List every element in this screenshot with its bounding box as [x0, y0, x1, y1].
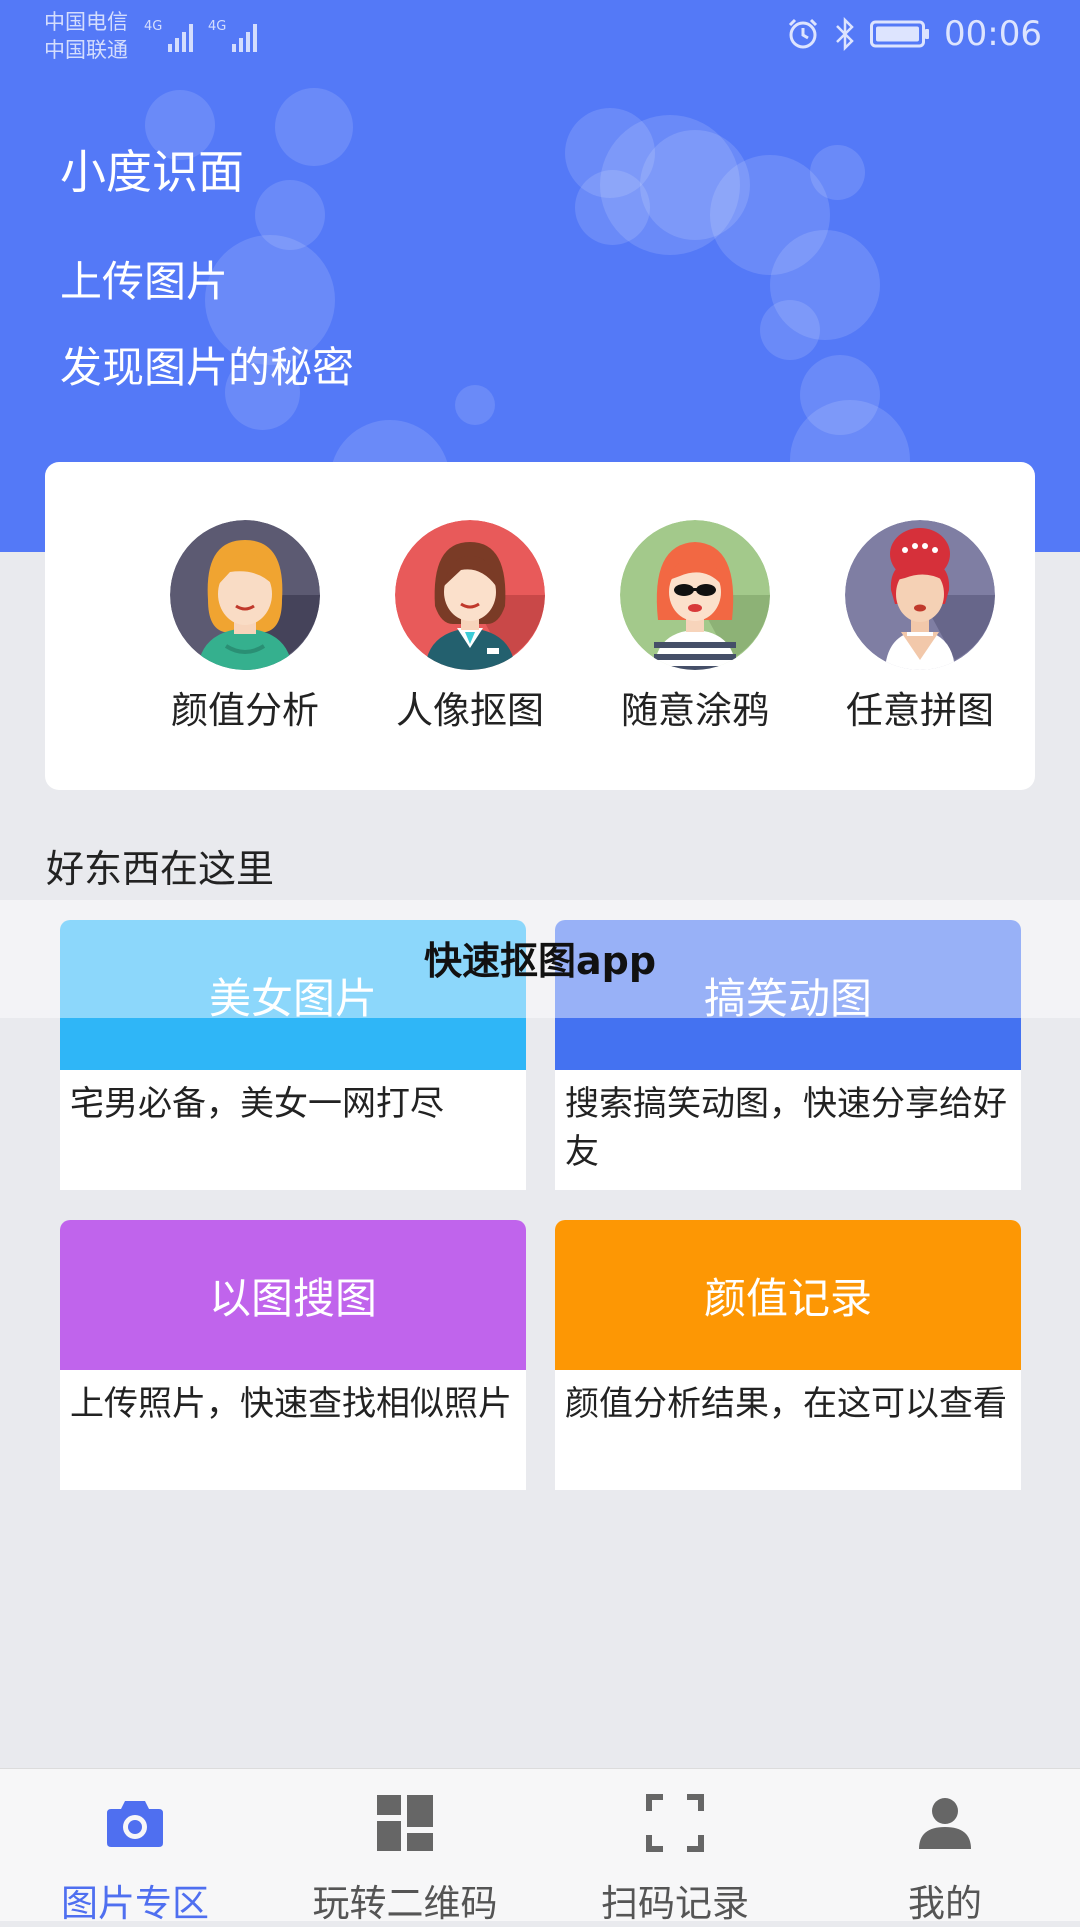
nav-label: 玩转二维码	[312, 1882, 498, 1925]
nav-label: 我的	[908, 1882, 982, 1925]
feature-beauty-analysis[interactable]: 颜值分析	[135, 520, 355, 734]
nav-tab-pictures[interactable]: 图片专区	[0, 1791, 270, 1927]
woman-suit-avatar-icon	[395, 520, 545, 670]
header-subtitle-2: 发现图片的秘密	[60, 343, 355, 392]
carrier-1: 中国电信	[44, 10, 128, 34]
card-description: 宅男必备，美女一网打尽	[70, 1084, 444, 1124]
card-beauty-records[interactable]: 颜值记录 颜值分析结果，在这可以查看	[555, 1220, 1021, 1490]
section-title: 好东西在这里	[46, 847, 275, 891]
card-description: 上传照片，快速查找相似照片	[70, 1384, 512, 1424]
feature-label: 人像抠图	[396, 689, 544, 732]
card-description: 搜索搞笑动图，快速分享给好友	[565, 1084, 1007, 1172]
signal-1-icon: 4G	[144, 19, 193, 52]
app-title: 小度识面	[60, 145, 244, 199]
woman-blonde-avatar-icon	[170, 520, 320, 670]
feature-portrait-cutout[interactable]: 人像抠图	[360, 520, 580, 734]
feature-doodle[interactable]: 随意涂鸦	[585, 520, 805, 734]
status-time: 00:06	[944, 14, 1042, 54]
card-header: 颜值记录	[555, 1220, 1021, 1370]
carrier-2: 中国联通	[44, 38, 128, 62]
network-2-label: 4G	[208, 19, 226, 34]
camera-icon	[107, 1801, 163, 1847]
bottom-nav: 图片专区 玩转二维码 扫码记录 我的	[0, 1768, 1080, 1925]
feature-collage[interactable]: 任意拼图	[810, 520, 1030, 734]
bluetooth-icon	[836, 17, 854, 51]
alarm-icon	[788, 18, 818, 49]
woman-updo-avatar-icon	[845, 520, 995, 670]
woman-sunglasses-avatar-icon	[620, 520, 770, 670]
carrier-labels: 中国电信 中国联通	[44, 8, 128, 64]
status-right: 00:06	[786, 14, 1042, 54]
status-bar: 中国电信 中国联通 4G 4G 00:06	[0, 0, 1080, 72]
feature-card: 颜值分析 人像抠图 随意涂鸦 任意拼图	[45, 462, 1035, 790]
card-title: 颜值记录	[703, 1273, 872, 1323]
card-title: 以图搜图	[208, 1273, 377, 1323]
nav-label: 扫码记录	[601, 1882, 749, 1925]
header-subtitle-1: 上传图片	[60, 257, 229, 306]
card-image-search[interactable]: 以图搜图 上传照片，快速查找相似照片	[60, 1220, 526, 1490]
feature-label: 颜值分析	[171, 689, 319, 732]
nav-tab-qrcode[interactable]: 玩转二维码	[270, 1791, 540, 1927]
card-description: 颜值分析结果，在这可以查看	[565, 1384, 1007, 1424]
network-1-label: 4G	[144, 19, 162, 34]
feature-label: 随意涂鸦	[621, 689, 769, 732]
nav-tab-me[interactable]: 我的	[810, 1791, 1080, 1927]
feature-label: 任意拼图	[846, 689, 994, 732]
card-header: 以图搜图	[60, 1220, 526, 1370]
battery-icon	[870, 20, 930, 48]
nav-label: 图片专区	[61, 1882, 209, 1925]
person-icon	[919, 1798, 971, 1849]
signal-2-icon: 4G	[208, 19, 257, 52]
scan-frame-icon	[646, 1794, 704, 1852]
qr-grid-icon	[377, 1795, 433, 1851]
nav-tab-scan-records[interactable]: 扫码记录	[540, 1791, 810, 1927]
toast-message: 快速抠图app	[423, 939, 657, 983]
